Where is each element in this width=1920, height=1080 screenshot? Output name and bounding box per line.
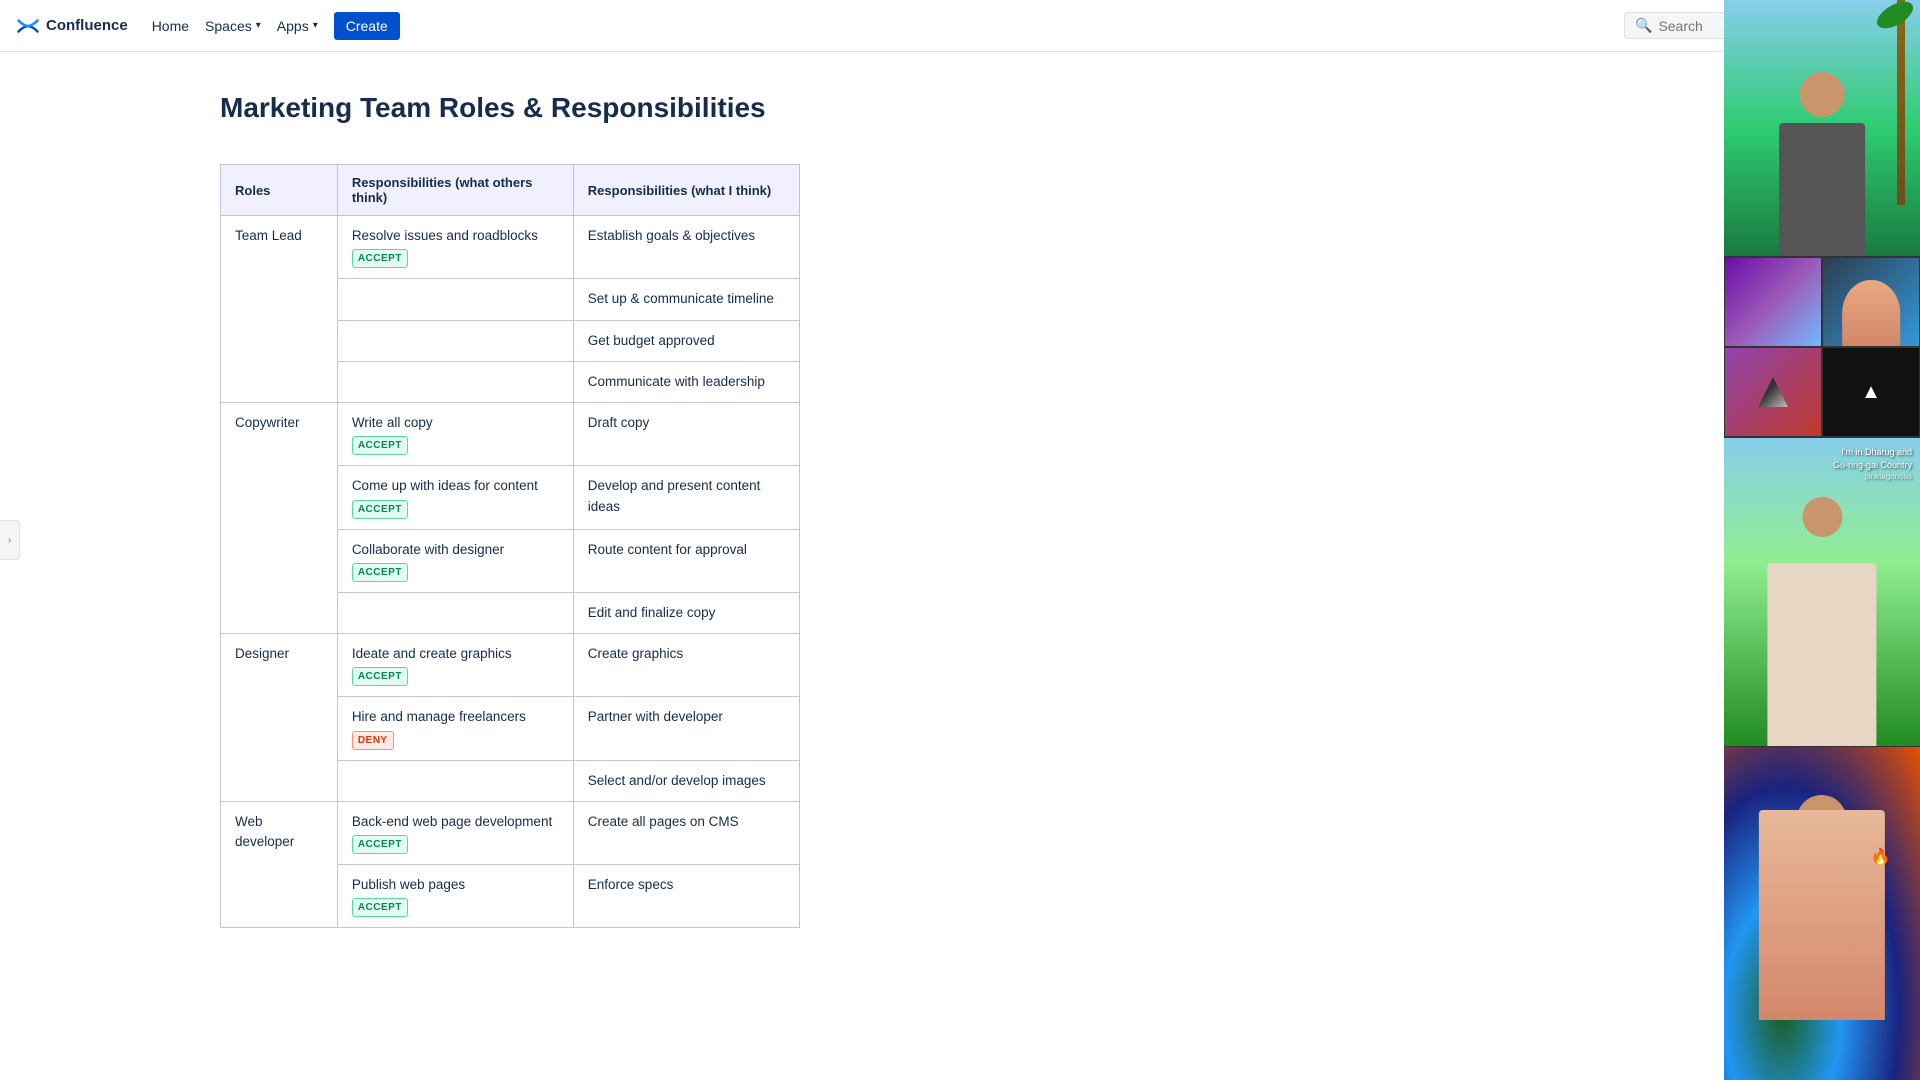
my-responsibility-cell: Create graphics <box>573 634 799 697</box>
others-responsibility-cell: Ideate and create graphicsACCEPT <box>337 634 573 697</box>
atlassian-icon: ▲ <box>1861 381 1881 404</box>
deny-badge: DENY <box>352 731 394 750</box>
my-responsibility-cell: Set up & communicate timeline <box>573 279 799 320</box>
confluence-wordmark: Confluence <box>46 17 128 34</box>
search-icon: 🔍 <box>1635 17 1652 34</box>
spaces-chevron-icon: ▾ <box>256 20 261 31</box>
apps-chevron-icon: ▾ <box>313 20 318 31</box>
video-tile-4: 🔥 <box>1724 747 1920 1080</box>
video-panel: ▲ I'm in Dharug and Gu-ring-gai Country … <box>1724 0 1920 1080</box>
apps-dropdown[interactable]: Apps ▾ <box>269 0 326 52</box>
sub-tile-atlassian: ▲ <box>1822 347 1920 437</box>
others-responsibility-cell <box>337 760 573 801</box>
accept-badge: ACCEPT <box>352 667 408 686</box>
my-responsibility-cell: Edit and finalize copy <box>573 592 799 633</box>
sub-tile-1 <box>1724 257 1822 347</box>
role-cell: Copywriter <box>221 403 338 634</box>
col-header-others: Responsibilities (what others think) <box>337 165 573 216</box>
my-responsibility-cell: Select and/or develop images <box>573 760 799 801</box>
sidebar-toggle[interactable]: › <box>0 520 20 560</box>
accept-badge: ACCEPT <box>352 436 408 455</box>
accept-badge: ACCEPT <box>352 898 408 917</box>
create-button[interactable]: Create <box>334 12 400 40</box>
col-header-roles: Roles <box>221 165 338 216</box>
video-tile-2: ▲ <box>1724 257 1920 438</box>
my-responsibility-cell: Communicate with leadership <box>573 361 799 402</box>
others-responsibility-cell: Back-end web page developmentACCEPT <box>337 801 573 864</box>
page-title: Marketing Team Roles & Responsibilities <box>220 92 1860 124</box>
accept-badge: ACCEPT <box>352 500 408 519</box>
others-responsibility-cell: Publish web pagesACCEPT <box>337 865 573 928</box>
country-text-line1: I'm in Dharug and <box>1833 446 1912 459</box>
my-responsibility-cell: Get budget approved <box>573 320 799 361</box>
main-content: Marketing Team Roles & Responsibilities … <box>0 52 1920 1080</box>
table-row: CopywriterWrite all copyACCEPTDraft copy <box>221 403 800 466</box>
role-cell: Team Lead <box>221 216 338 403</box>
table-header-row: Roles Responsibilities (what others thin… <box>221 165 800 216</box>
others-responsibility-cell <box>337 592 573 633</box>
roles-table: Roles Responsibilities (what others thin… <box>220 164 800 928</box>
accept-badge: ACCEPT <box>352 249 408 268</box>
my-responsibility-cell: Develop and present content ideas <box>573 466 799 529</box>
col-header-mine: Responsibilities (what I think) <box>573 165 799 216</box>
emoji-decoration: 🔥 <box>1871 847 1891 867</box>
role-cell: Web developer <box>221 801 338 928</box>
role-cell: Designer <box>221 634 338 802</box>
others-responsibility-cell: Hire and manage freelancersDENY <box>337 697 573 760</box>
others-responsibility-cell: Resolve issues and roadblocksACCEPT <box>337 216 573 279</box>
country-text-source: pinktagonous <box>1833 471 1912 482</box>
accept-badge: ACCEPT <box>352 835 408 854</box>
navbar: Confluence Home Spaces ▾ Apps ▾ Create 🔍… <box>0 0 1920 52</box>
others-responsibility-cell <box>337 361 573 402</box>
sub-tile-2 <box>1822 257 1920 347</box>
others-responsibility-cell <box>337 320 573 361</box>
my-responsibility-cell: Enforce specs <box>573 865 799 928</box>
my-responsibility-cell: Establish goals & objectives <box>573 216 799 279</box>
others-responsibility-cell: Come up with ideas for contentACCEPT <box>337 466 573 529</box>
table-row: Web developerBack-end web page developme… <box>221 801 800 864</box>
video-tile-1 <box>1724 0 1920 257</box>
country-text-line2: Gu-ring-gai Country <box>1833 459 1912 472</box>
accept-badge: ACCEPT <box>352 563 408 582</box>
spaces-dropdown[interactable]: Spaces ▾ <box>197 0 269 52</box>
my-responsibility-cell: Route content for approval <box>573 529 799 592</box>
others-responsibility-cell: Collaborate with designerACCEPT <box>337 529 573 592</box>
others-responsibility-cell <box>337 279 573 320</box>
others-responsibility-cell: Write all copyACCEPT <box>337 403 573 466</box>
video-tile-3: I'm in Dharug and Gu-ring-gai Country pi… <box>1724 438 1920 747</box>
table-row: Team LeadResolve issues and roadblocksAC… <box>221 216 800 279</box>
home-link[interactable]: Home <box>144 0 197 52</box>
my-responsibility-cell: Draft copy <box>573 403 799 466</box>
table-row: DesignerIdeate and create graphicsACCEPT… <box>221 634 800 697</box>
sub-tile-3 <box>1724 347 1822 437</box>
confluence-logo[interactable]: Confluence <box>16 14 128 38</box>
my-responsibility-cell: Partner with developer <box>573 697 799 760</box>
my-responsibility-cell: Create all pages on CMS <box>573 801 799 864</box>
